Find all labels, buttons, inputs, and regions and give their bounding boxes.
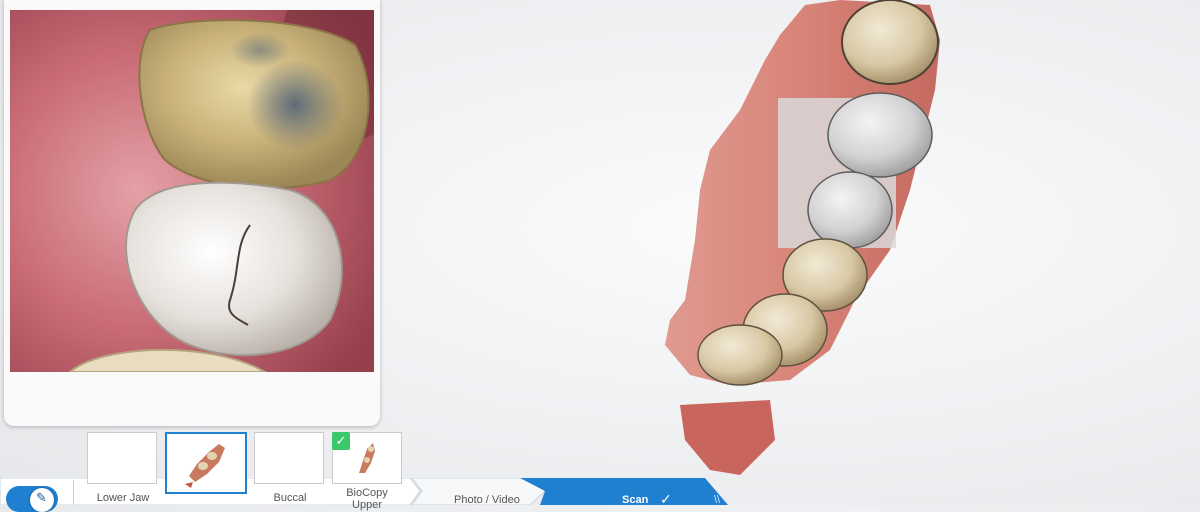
thumbnail-lower-jaw[interactable] xyxy=(87,432,157,484)
more-steps-icon[interactable]: \\ xyxy=(714,494,720,506)
thumbnail-biocopy-upper[interactable]: ✓ xyxy=(332,432,402,484)
check-icon: ✓ xyxy=(332,432,350,450)
step-photo-video[interactable]: Photo / Video xyxy=(454,494,520,506)
scanner-icon[interactable]: ✎ xyxy=(30,488,54,512)
scan-check-icon: ✓ xyxy=(660,491,672,507)
intraoral-camera-view xyxy=(10,10,374,372)
divider xyxy=(73,480,74,505)
live-camera-panel xyxy=(4,0,380,426)
thumbnail-label-biocopy-upper: BioCopy Upper xyxy=(346,487,388,511)
thumbnail-label-lower-jaw: Lower Jaw xyxy=(96,492,150,504)
thumbnail-buccal[interactable] xyxy=(254,432,324,484)
step-scan[interactable]: Scan xyxy=(622,494,648,506)
thumbnail-upper-jaw[interactable] xyxy=(165,432,247,494)
3d-scan-model[interactable] xyxy=(640,0,940,480)
